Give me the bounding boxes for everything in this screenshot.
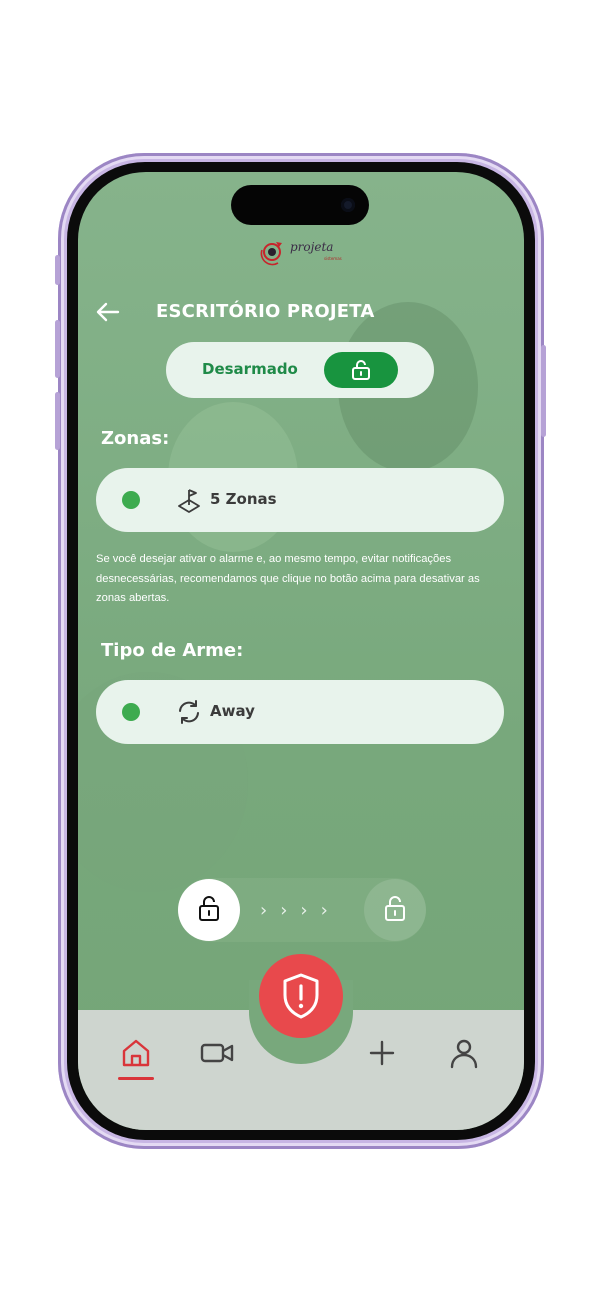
panic-button[interactable] [259, 954, 343, 1038]
arm-status-pill: Desarmado [166, 342, 434, 398]
map-flag-icon [178, 489, 200, 513]
zones-status-dot [122, 491, 140, 509]
arm-type-status-dot [122, 703, 140, 721]
arm-status-label: Desarmado [202, 360, 298, 378]
unlock-icon [385, 896, 405, 921]
slider-knob[interactable] [178, 879, 240, 941]
header: ESCRITÓRIO PROJETA [78, 296, 524, 328]
arrow-left-icon [96, 302, 120, 322]
app-screen: projeta sistemas ESCRITÓRIO PROJETA Desa… [78, 172, 524, 1130]
phone-side-button-left [55, 255, 60, 285]
user-icon [450, 1039, 478, 1069]
front-camera [341, 198, 355, 212]
video-camera-icon [200, 1043, 234, 1063]
arm-status-toggle[interactable] [324, 352, 398, 388]
slider-target [364, 879, 426, 941]
nav-profile[interactable] [447, 1036, 481, 1070]
phone-volume-up [55, 320, 60, 378]
nav-home-active-indicator [118, 1077, 154, 1080]
zones-section-title: Zonas: [101, 428, 170, 449]
logo-mark-icon [260, 242, 282, 266]
arm-type-label: Away [210, 702, 255, 720]
arm-type-card[interactable]: Away [96, 680, 504, 744]
nav-cameras[interactable] [200, 1036, 234, 1070]
back-button[interactable] [94, 300, 122, 324]
plus-icon [369, 1040, 395, 1066]
nav-home[interactable] [119, 1036, 153, 1070]
info-text: Se você desejar ativar o alarme e, ao me… [96, 553, 480, 604]
app-logo: projeta sistemas [258, 238, 348, 266]
phone-power-button [541, 345, 546, 437]
zones-card[interactable]: 5 Zonas [96, 468, 504, 532]
logo-subtext: sistemas [324, 256, 342, 261]
arm-type-section-title: Tipo de Arme: [101, 640, 244, 661]
dynamic-island [231, 185, 369, 225]
unlock-icon [199, 896, 219, 921]
logo-text: projeta [290, 240, 334, 254]
slide-to-arm[interactable]: ›››› [178, 878, 426, 942]
home-icon [122, 1039, 150, 1067]
nav-add[interactable] [365, 1036, 399, 1070]
phone-volume-down [55, 392, 60, 450]
shield-alert-icon [283, 973, 319, 1019]
zones-count-label: 5 Zonas [210, 490, 277, 508]
refresh-icon [179, 700, 199, 724]
unlock-icon [352, 360, 370, 380]
page-title: ESCRITÓRIO PROJETA [156, 301, 375, 322]
slider-chevrons: ›››› [260, 900, 341, 921]
